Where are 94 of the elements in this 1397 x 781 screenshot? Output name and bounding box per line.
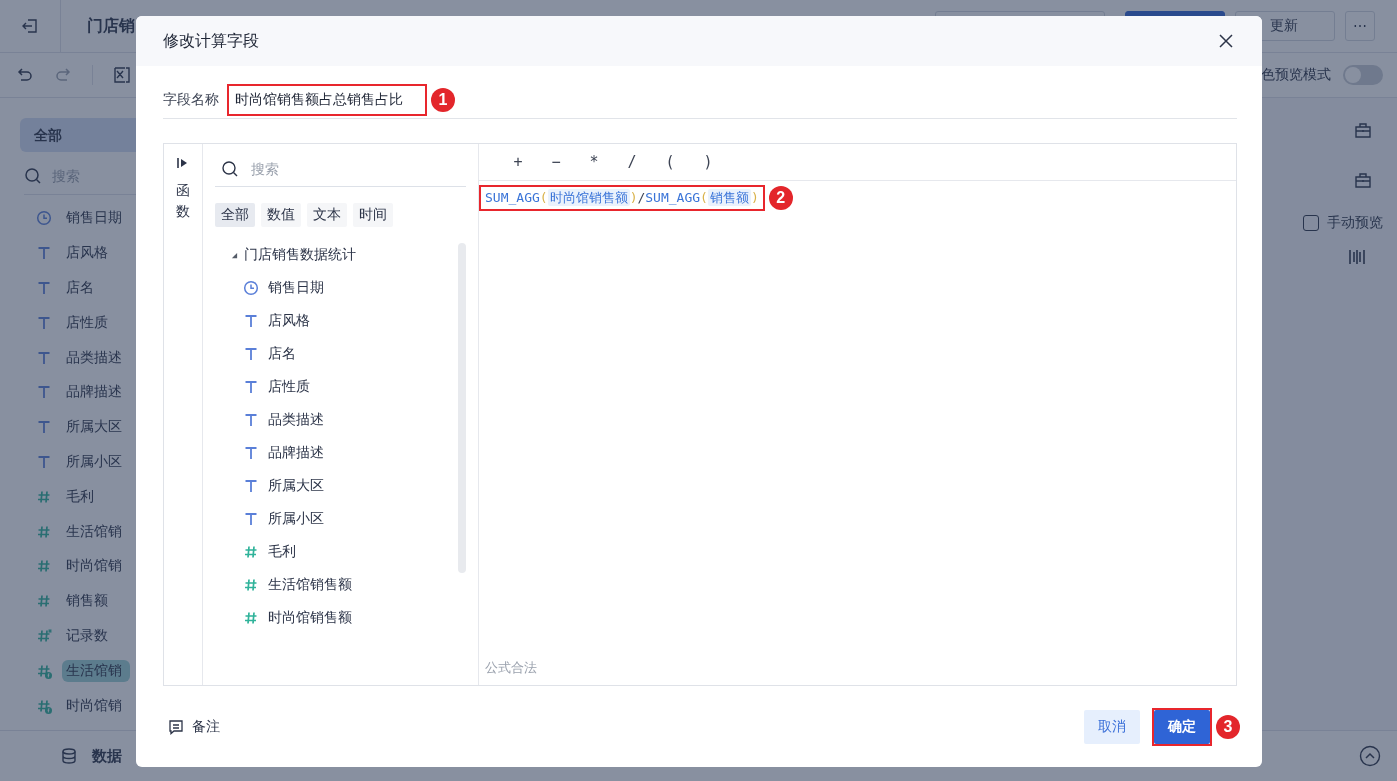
- more-button[interactable]: ⋯: [1345, 11, 1375, 41]
- text-type-icon: [243, 345, 259, 362]
- annotation-badge: 1: [431, 88, 455, 112]
- operator-button[interactable]: /: [617, 152, 647, 172]
- text-type-icon: [36, 349, 52, 366]
- close-icon[interactable]: [1218, 33, 1234, 49]
- field-item[interactable]: 品类描述: [268, 410, 324, 429]
- hash-function-icon: [36, 662, 52, 679]
- field-item[interactable]: 店风格: [62, 242, 116, 265]
- clock-icon: [36, 210, 52, 227]
- field-item[interactable]: 品牌描述: [62, 381, 130, 404]
- filter-chip[interactable]: 文本: [307, 203, 347, 227]
- formula-text[interactable]: SUM_AGG(时尚馆销售额)/SUM_AGG(销售额): [485, 189, 759, 207]
- text-type-icon: [36, 453, 52, 470]
- preview-mode-toggle[interactable]: [1343, 65, 1383, 85]
- field-item[interactable]: 店风格: [268, 311, 310, 330]
- report-title: 门店销: [87, 15, 135, 36]
- field-item[interactable]: 所属小区: [62, 450, 130, 473]
- text-type-icon: [36, 419, 52, 436]
- hash-icon: [36, 488, 52, 505]
- exit-icon[interactable]: [21, 17, 39, 35]
- formula-status: 公式合法: [484, 659, 538, 677]
- field-item[interactable]: 记录数: [62, 624, 116, 647]
- operator-button[interactable]: (: [655, 152, 685, 172]
- checkbox[interactable]: [1303, 215, 1319, 231]
- filter-chip[interactable]: 时间: [353, 203, 393, 227]
- briefcase-icon[interactable]: [1354, 171, 1372, 189]
- field-item[interactable]: 店名: [62, 277, 102, 299]
- field-item[interactable]: 店名: [268, 344, 296, 363]
- hash-icon: [36, 558, 52, 575]
- note-button[interactable]: 备注: [168, 717, 220, 736]
- field-item[interactable]: 时尚馆销: [62, 555, 130, 578]
- briefcase-icon[interactable]: [1354, 121, 1372, 139]
- search-icon: [24, 167, 42, 185]
- confirm-button[interactable]: 确定: [1154, 709, 1210, 744]
- hash-icon: [243, 544, 259, 561]
- annotation-badge: 2: [768, 186, 793, 210]
- function-tab[interactable]: 函数: [176, 180, 190, 222]
- text-type-icon: [243, 478, 259, 495]
- text-type-icon: [36, 384, 52, 401]
- filter-chip[interactable]: 数值: [261, 203, 301, 227]
- tree-folder[interactable]: 门店销售数据统计: [244, 246, 356, 264]
- field-item[interactable]: 生活馆销售额: [268, 576, 352, 595]
- dialog-button[interactable]: 取消: [1084, 709, 1140, 744]
- text-type-icon: [36, 280, 52, 296]
- database-icon[interactable]: [60, 747, 78, 765]
- filter-chip[interactable]: 全部: [215, 203, 255, 227]
- hash-icon: [36, 593, 52, 610]
- text-type-icon: [36, 314, 52, 331]
- field-item[interactable]: 毛利: [268, 543, 296, 562]
- caret-icon[interactable]: [231, 251, 238, 259]
- hash-function-icon: [36, 697, 52, 714]
- field-item[interactable]: 销售日期: [268, 278, 324, 297]
- search-field[interactable]: 搜索: [249, 160, 403, 178]
- comment-icon: [168, 718, 184, 735]
- hash-icon: [243, 610, 259, 627]
- text-type-icon: [243, 511, 259, 528]
- preview-mode-label: 色预览模式: [1261, 66, 1331, 84]
- hash-star-icon: [36, 627, 52, 644]
- field-item[interactable]: 所属大区: [268, 477, 324, 496]
- field-item[interactable]: 店性质: [62, 311, 116, 334]
- field-item[interactable]: 生活馆销: [62, 520, 130, 543]
- operator-button[interactable]: *: [579, 152, 609, 172]
- dialog-title: 修改计算字段: [163, 30, 259, 51]
- hash-icon: [243, 577, 259, 594]
- field-item[interactable]: 销售额: [62, 590, 116, 613]
- field-item[interactable]: 销售日期: [62, 207, 130, 230]
- hash-icon: [36, 523, 52, 540]
- search-icon: [221, 160, 239, 178]
- text-type-icon: [243, 378, 259, 395]
- field-item[interactable]: 品牌描述: [268, 444, 324, 462]
- grid-icon[interactable]: [113, 66, 131, 84]
- text-type-icon: [243, 312, 259, 329]
- field-item[interactable]: 毛利: [62, 485, 102, 508]
- field-item[interactable]: 店性质: [268, 377, 310, 396]
- chevron-up-circle-icon[interactable]: [1359, 745, 1381, 767]
- field-name-label: 字段名称: [163, 91, 219, 109]
- field-item[interactable]: 时尚馆销: [62, 694, 130, 717]
- text-type-icon: [243, 445, 259, 461]
- text-type-icon: [243, 411, 259, 428]
- field-item[interactable]: 所属大区: [62, 416, 130, 439]
- operator-button[interactable]: ): [693, 152, 723, 172]
- operator-button[interactable]: +: [503, 152, 533, 172]
- clock-icon: [243, 279, 259, 296]
- field-item[interactable]: 时尚馆销售额: [268, 609, 352, 628]
- manual-preview-label: 手动预览: [1327, 214, 1383, 232]
- field-item[interactable]: 品类描述: [62, 346, 130, 369]
- data-tab[interactable]: 数据: [92, 746, 122, 766]
- annotation-badge: 3: [1216, 714, 1240, 739]
- operator-button[interactable]: −: [541, 152, 571, 172]
- text-type-icon: [36, 245, 52, 262]
- bars-icon[interactable]: [1348, 248, 1366, 266]
- undo-icon[interactable]: [16, 66, 34, 84]
- field-item[interactable]: 所属小区: [268, 510, 324, 529]
